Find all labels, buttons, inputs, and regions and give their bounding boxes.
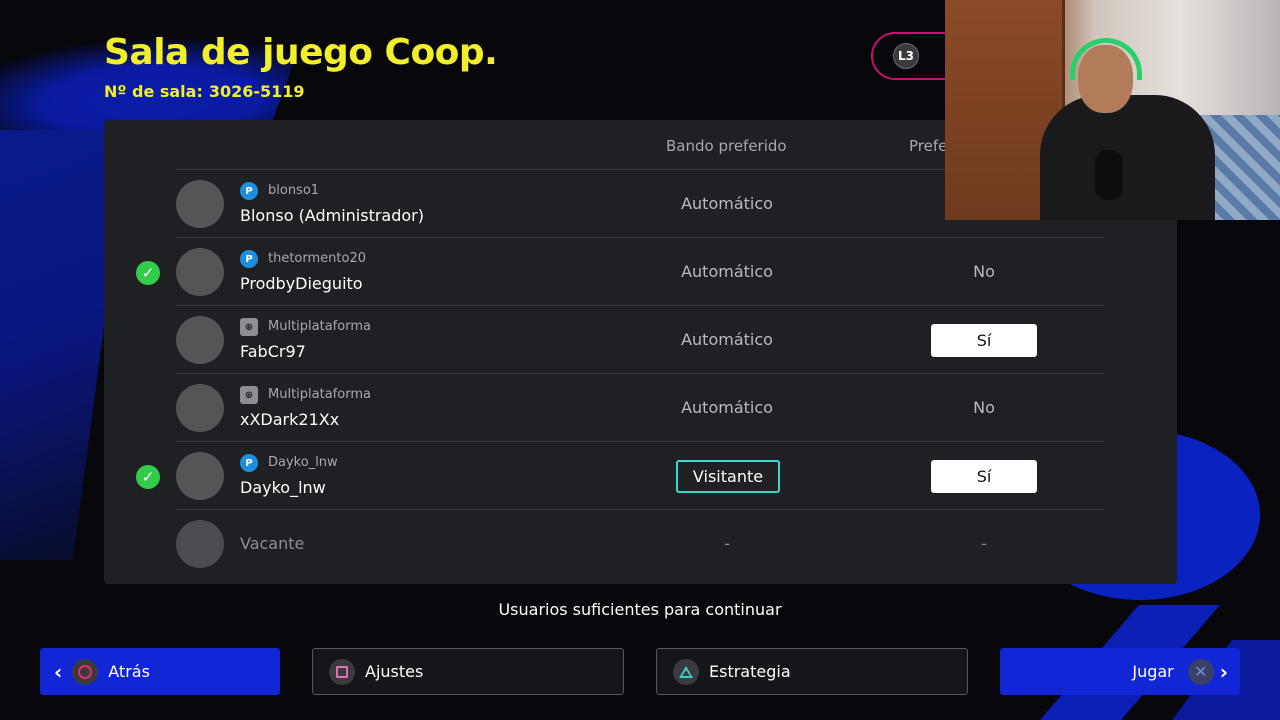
play-label: Jugar bbox=[1132, 662, 1174, 681]
settings-button[interactable]: Ajustes bbox=[312, 648, 624, 695]
player-name: Dayko_lnw bbox=[240, 478, 326, 497]
account-id: thetormento20 bbox=[268, 251, 366, 266]
circle-button-icon bbox=[72, 658, 99, 685]
player-row[interactable]: ⊕ Multiplataforma xXDark21Xx Automático … bbox=[176, 373, 1104, 441]
playstation-icon: P bbox=[240, 250, 258, 268]
avatar bbox=[176, 452, 224, 500]
preferred-side: Automático bbox=[681, 330, 773, 349]
account-id: Multiplataforma bbox=[268, 387, 371, 402]
room-number: Nº de sala: 3026-5119 bbox=[104, 82, 305, 101]
avatar bbox=[176, 384, 224, 432]
strategy-label: Estrategia bbox=[709, 662, 791, 681]
room-number-value: 3026-5119 bbox=[208, 82, 305, 101]
preference-value: No bbox=[973, 398, 995, 417]
settings-label: Ajustes bbox=[365, 662, 424, 681]
player-name: xXDark21Xx bbox=[240, 410, 340, 429]
player-name: ProdbyDieguito bbox=[240, 274, 363, 293]
room-number-label: Nº de sala: bbox=[104, 82, 203, 101]
player-name: FabCr97 bbox=[240, 342, 306, 361]
vacant-row: Vacante - - bbox=[176, 509, 1104, 577]
webcam-person bbox=[1040, 95, 1215, 220]
avatar bbox=[176, 248, 224, 296]
column-header-preference: Prefe bbox=[909, 137, 948, 155]
gamepad-icon: ⊕ bbox=[240, 386, 258, 404]
account-id: Multiplataforma bbox=[268, 319, 371, 334]
preference-value[interactable]: Sí bbox=[931, 324, 1037, 357]
playstation-icon: P bbox=[240, 182, 258, 200]
play-button[interactable]: Jugar ✕ › bbox=[1000, 648, 1240, 695]
preferred-side: Automático bbox=[681, 262, 773, 281]
column-header-side: Bando preferido bbox=[666, 137, 787, 155]
playstation-icon: P bbox=[240, 454, 258, 472]
gamepad-icon: ⊕ bbox=[240, 318, 258, 336]
triangle-button-icon bbox=[673, 658, 699, 685]
strategy-button[interactable]: Estrategia bbox=[656, 648, 968, 695]
preferred-side-selector[interactable]: Visitante bbox=[676, 460, 780, 493]
square-button-icon bbox=[329, 658, 355, 685]
chevron-left-icon: ‹ bbox=[54, 659, 63, 684]
account-id: Dayko_lnw bbox=[268, 455, 338, 470]
cross-button-icon: ✕ bbox=[1187, 658, 1214, 685]
microphone-icon bbox=[1095, 150, 1123, 200]
l3-icon: L3 bbox=[893, 43, 919, 69]
player-name: Blonso (Administrador) bbox=[240, 206, 424, 225]
ready-check-icon: ✓ bbox=[136, 465, 160, 489]
vacant-label: Vacante bbox=[240, 534, 305, 553]
player-row[interactable]: ✓ P Dayko_lnw Dayko_lnw Visitante Sí bbox=[136, 441, 1104, 509]
preferred-side: Automático bbox=[681, 398, 773, 417]
webcam-overlay bbox=[945, 0, 1280, 220]
chevron-right-icon: › bbox=[1219, 659, 1228, 684]
headset-icon bbox=[1070, 38, 1142, 80]
preference-value[interactable]: Sí bbox=[931, 460, 1037, 493]
player-row[interactable]: ⊕ Multiplataforma FabCr97 Automático Sí bbox=[176, 305, 1104, 373]
empty-avatar bbox=[176, 520, 224, 568]
avatar bbox=[176, 316, 224, 364]
account-id: blonso1 bbox=[268, 183, 320, 198]
ready-check-icon: ✓ bbox=[136, 261, 160, 285]
back-label: Atrás bbox=[108, 662, 150, 681]
player-row[interactable]: ✓ P thetormento20 ProdbyDieguito Automát… bbox=[136, 237, 1104, 305]
preferred-side: - bbox=[724, 534, 730, 553]
preference-value: - bbox=[981, 534, 987, 553]
back-button[interactable]: ‹ Atrás bbox=[40, 648, 280, 695]
page-title: Sala de juego Coop. bbox=[104, 32, 498, 73]
preferred-side: Automático bbox=[681, 194, 773, 213]
preference-value: No bbox=[973, 262, 995, 281]
status-message: Usuarios suficientes para continuar bbox=[498, 600, 782, 619]
avatar bbox=[176, 180, 224, 228]
